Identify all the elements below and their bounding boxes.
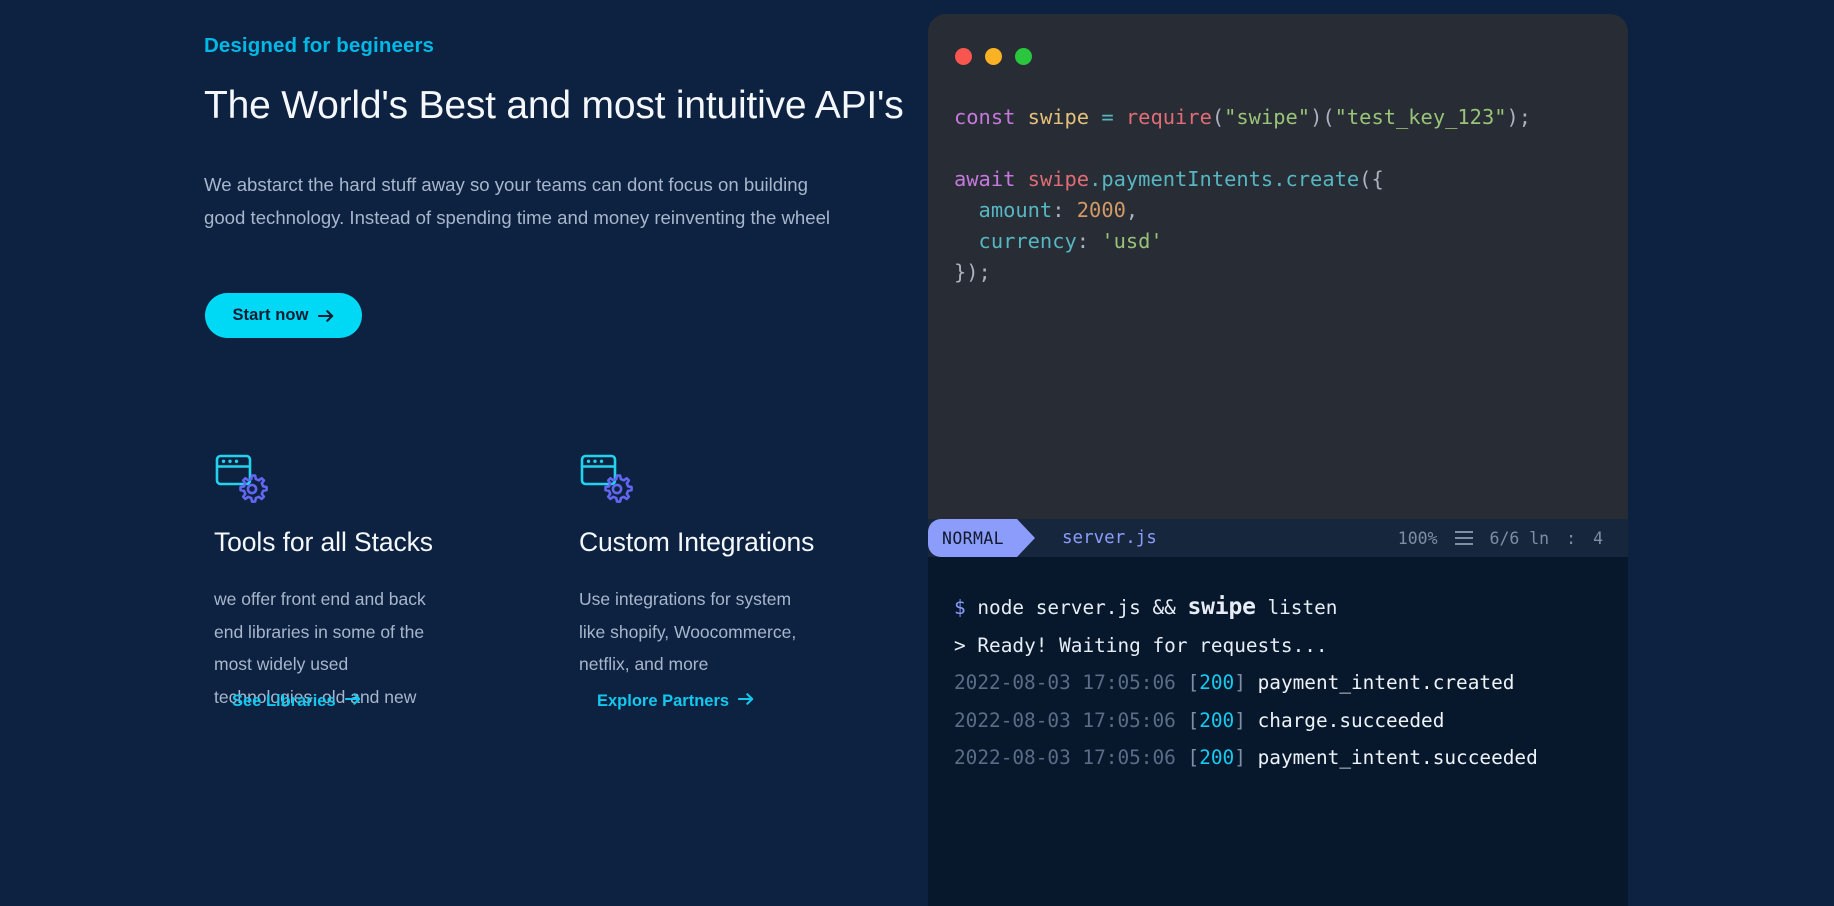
code-token-create: create <box>1285 167 1360 191</box>
code-token-swipe-var: swipe <box>1027 105 1090 129</box>
log-bracket-close: ] <box>1234 746 1246 769</box>
code-token-paymentintents: paymentIntents <box>1101 167 1274 191</box>
command-text-before: node server.js && <box>977 596 1188 619</box>
code-token-currency-key: currency <box>954 229 1077 253</box>
command-brand-word: swipe <box>1187 594 1256 620</box>
code-token-colon1: : <box>1052 198 1065 222</box>
terminal-panel[interactable]: $ node server.js && swipe listen > Ready… <box>928 557 1628 906</box>
editor-status-bar: NORMAL server.js 100% 6/6 ln : 4 <box>928 519 1628 557</box>
code-token-paren-mid: )( <box>1310 105 1335 129</box>
code-token-colon2: : <box>1076 229 1090 253</box>
line-info: 6/6 ln <box>1489 528 1550 548</box>
status-separator: : <box>1566 528 1577 548</box>
log-message: payment_intent.succeeded <box>1257 746 1538 769</box>
code-token-require: require <box>1125 105 1212 129</box>
terminal-ready-line: > Ready! Waiting for requests... <box>954 627 1628 665</box>
code-content[interactable]: const swipe = require("swipe")("test_key… <box>954 102 1614 288</box>
feature-list: Tools for all Stacks we offer front end … <box>214 452 929 713</box>
log-bracket-close: ] <box>1234 708 1246 732</box>
column-number: 4 <box>1593 528 1603 548</box>
log-status-code: 200 <box>1199 671 1235 694</box>
output-caret-symbol: > <box>954 633 966 657</box>
arrow-right-icon <box>344 692 362 711</box>
feature-title: Tools for all Stacks <box>214 527 433 557</box>
feature-title: Custom Integrations <box>579 527 815 557</box>
terminal-command-line: $ node server.js && swipe listen <box>954 589 1628 627</box>
log-timestamp: 2022-08-03 17:05:06 <box>954 708 1176 732</box>
code-token-const: const <box>954 105 1016 129</box>
start-now-button[interactable]: Start now <box>205 293 362 338</box>
log-row: 2022-08-03 17:05:06 [200] payment_intent… <box>954 664 1628 702</box>
log-bracket-open: [ <box>1187 708 1200 732</box>
status-bar-right: 100% 6/6 ln : 4 <box>1398 529 1603 548</box>
status-filename[interactable]: server.js <box>1062 528 1157 548</box>
start-now-label: Start now <box>232 306 309 324</box>
feature-card-tools: Tools for all Stacks we offer front end … <box>214 452 444 713</box>
maximize-dot[interactable] <box>1015 48 1032 65</box>
hero-eyebrow: Designed for begineers <box>204 34 435 57</box>
code-token-paren-open: ( <box>1211 105 1225 129</box>
hamburger-icon[interactable] <box>1454 530 1473 546</box>
log-status-code: 200 <box>1199 708 1235 732</box>
code-token-string-swipe: "swipe" <box>1224 105 1311 129</box>
hero-section: Designed for begineers The World's Best … <box>204 0 929 906</box>
code-token-brace-close: }); <box>954 260 991 284</box>
code-token-amount-key: amount <box>954 198 1053 222</box>
code-token-equals: = <box>1101 105 1114 129</box>
feature-description: Use integrations for system like shopify… <box>579 589 797 674</box>
close-dot[interactable] <box>955 48 972 65</box>
explore-partners-label: Explore Partners <box>597 692 730 710</box>
log-bracket-open: [ <box>1187 746 1200 769</box>
window-controls <box>955 48 1032 65</box>
minimize-dot[interactable] <box>985 48 1002 65</box>
log-row: 2022-08-03 17:05:06 [200] charge.succeed… <box>954 702 1628 740</box>
browser-window-gear-icon <box>214 452 272 510</box>
log-bracket-close: ] <box>1234 671 1246 694</box>
browser-window-gear-icon <box>579 452 637 510</box>
code-token-paren-close: ); <box>1506 105 1532 129</box>
code-token-dot1: . <box>1089 167 1102 191</box>
code-token-dot2: . <box>1273 167 1286 191</box>
status-badge: NORMAL <box>928 519 1036 557</box>
page-root: Designed for begineers The World's Best … <box>0 0 1834 906</box>
ready-text: Ready! Waiting for requests... <box>977 633 1328 657</box>
code-token-comma: , <box>1125 198 1139 222</box>
log-status-code: 200 <box>1199 746 1235 769</box>
hero-description: We abstarct the hard stuff away so your … <box>204 174 831 228</box>
prompt-symbol: $ <box>954 596 966 619</box>
code-token-brace-open: ({ <box>1359 167 1384 191</box>
command-text-after: listen <box>1255 596 1338 619</box>
explore-partners-link[interactable]: Explore Partners <box>597 692 755 711</box>
log-bracket-open: [ <box>1187 671 1200 694</box>
see-libraries-link[interactable]: See Libraries <box>232 692 362 711</box>
arrow-right-icon <box>317 309 335 323</box>
feature-card-integrations: Custom Integrations Use integrations for… <box>579 452 815 713</box>
log-timestamp: 2022-08-03 17:05:06 <box>954 671 1176 694</box>
log-message: charge.succeeded <box>1257 708 1445 732</box>
code-editor-panel: const swipe = require("swipe")("test_key… <box>928 14 1628 519</box>
see-libraries-label: See Libraries <box>232 692 336 710</box>
code-token-currency-value: 'usd' <box>1101 229 1163 253</box>
code-token-amount-value: 2000 <box>1076 198 1126 222</box>
log-message: payment_intent.created <box>1257 671 1515 694</box>
arrow-right-icon <box>738 692 755 711</box>
code-token-swipe-obj: swipe <box>1027 167 1090 191</box>
code-token-await: await <box>954 167 1016 191</box>
code-token-string-testkey: "test_key_123" <box>1334 105 1507 129</box>
log-timestamp: 2022-08-03 17:05:06 <box>954 746 1176 769</box>
page-title: The World's Best and most intuitive API'… <box>204 84 904 127</box>
log-row: 2022-08-03 17:05:06 [200] payment_intent… <box>954 739 1628 777</box>
zoom-level[interactable]: 100% <box>1398 529 1438 548</box>
